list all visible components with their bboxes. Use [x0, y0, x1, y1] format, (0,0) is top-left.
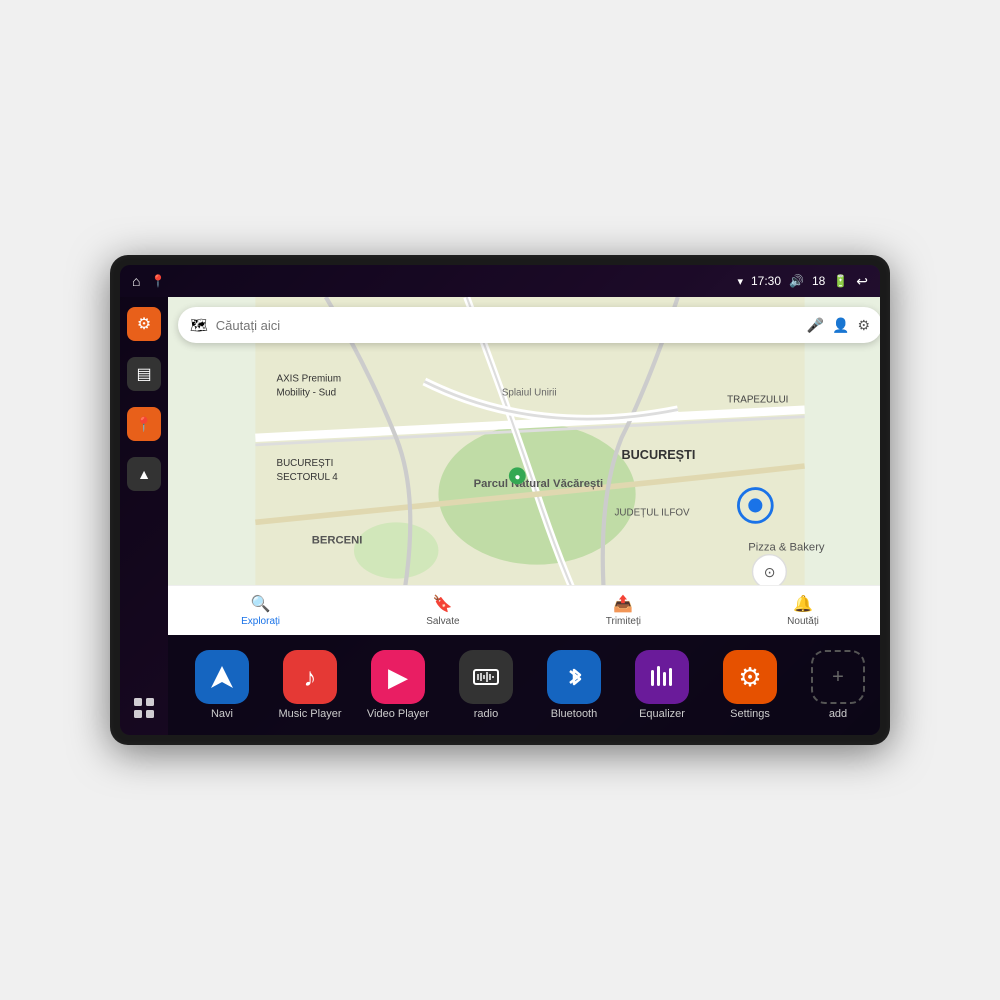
- home-icon[interactable]: ⌂: [132, 273, 140, 289]
- svg-text:TRAPEZULUI: TRAPEZULUI: [727, 395, 788, 406]
- music-player-icon: ♪: [283, 650, 337, 704]
- app-music-player[interactable]: ♪ Music Player: [266, 650, 354, 720]
- equalizer-label: Equalizer: [639, 708, 685, 720]
- map-tab-saved[interactable]: 🔖 Salvate: [426, 594, 459, 627]
- svg-text:BUCUREȘTI: BUCUREȘTI: [277, 458, 334, 469]
- screen: ⌂ 📍 ▾ 17:30 🔊 18 🔋 ↩ ⚙ ▤: [120, 265, 880, 735]
- video-player-icon: ▶: [371, 650, 425, 704]
- svg-text:BERCENI: BERCENI: [312, 534, 363, 546]
- video-player-label: Video Player: [367, 708, 429, 720]
- svg-text:Parcul Natural Văcărești: Parcul Natural Văcărești: [474, 478, 603, 490]
- navi-label: Navi: [211, 708, 233, 720]
- status-time: 17:30: [751, 274, 781, 288]
- bluetooth-label: Bluetooth: [551, 708, 597, 720]
- map-search-input[interactable]: [216, 318, 799, 333]
- svg-text:BUCUREȘTI: BUCUREȘTI: [622, 448, 696, 462]
- map-tab-explore[interactable]: 🔍 Explorați: [241, 594, 280, 627]
- sidebar: ⚙ ▤ 📍 ▲: [120, 297, 168, 735]
- nav-icon: ▲: [137, 466, 151, 482]
- saved-label: Salvate: [426, 616, 459, 627]
- app-settings[interactable]: ⚙ Settings: [706, 650, 794, 720]
- bluetooth-icon: [547, 650, 601, 704]
- app-equalizer[interactable]: Equalizer: [618, 650, 706, 720]
- equalizer-icon: [635, 650, 689, 704]
- news-icon: 🔔: [793, 594, 813, 614]
- map-tab-news[interactable]: 🔔 Noutăți: [787, 594, 819, 627]
- sidebar-item-navigation[interactable]: ▲: [127, 457, 161, 491]
- map-container[interactable]: Parcul Natural Văcărești BUCUREȘTI JUDEȚ…: [168, 297, 880, 635]
- music-player-label: Music Player: [279, 708, 342, 720]
- send-icon: 📤: [613, 594, 633, 614]
- sidebar-bottom: [127, 691, 161, 725]
- add-icon: +: [811, 650, 865, 704]
- main-content: ⚙ ▤ 📍 ▲: [120, 297, 880, 735]
- signal-icon: ▾: [737, 275, 743, 288]
- radio-label: radio: [474, 708, 498, 720]
- app-add[interactable]: + add: [794, 650, 880, 720]
- device: ⌂ 📍 ▾ 17:30 🔊 18 🔋 ↩ ⚙ ▤: [110, 255, 890, 745]
- svg-text:SECTORUL 4: SECTORUL 4: [277, 472, 339, 483]
- svg-text:⊙: ⊙: [764, 564, 776, 580]
- user-icon[interactable]: 👤: [832, 317, 849, 334]
- sidebar-item-files[interactable]: ▤: [127, 357, 161, 391]
- sidebar-item-settings[interactable]: ⚙: [127, 307, 161, 341]
- gear-icon: ⚙: [137, 314, 151, 334]
- google-maps-icon: 🗺: [190, 317, 208, 334]
- volume-icon[interactable]: 🔊: [789, 274, 804, 288]
- svg-text:JUDEȚUL ILFOV: JUDEȚUL ILFOV: [615, 507, 691, 518]
- saved-icon: 🔖: [433, 594, 453, 614]
- location-icon: 📍: [135, 416, 152, 433]
- files-icon: ▤: [136, 364, 151, 384]
- add-label: add: [829, 708, 847, 720]
- svg-text:Mobility - Sud: Mobility - Sud: [277, 388, 337, 399]
- battery-level: 18: [812, 274, 825, 288]
- sidebar-item-maps[interactable]: 📍: [127, 407, 161, 441]
- send-label: Trimiteți: [606, 616, 641, 627]
- app-video-player[interactable]: ▶ Video Player: [354, 650, 442, 720]
- settings-label: Settings: [730, 708, 770, 720]
- app-bluetooth[interactable]: Bluetooth: [530, 650, 618, 720]
- explore-label: Explorați: [241, 616, 280, 627]
- svg-text:●: ●: [515, 472, 521, 483]
- svg-text:AXIS Premium: AXIS Premium: [277, 374, 342, 385]
- maps-status-icon[interactable]: 📍: [150, 274, 165, 288]
- navi-icon: [195, 650, 249, 704]
- battery-icon: 🔋: [833, 274, 848, 288]
- app-navi[interactable]: Navi: [178, 650, 266, 720]
- settings-icon: ⚙: [723, 650, 777, 704]
- map-search-bar[interactable]: 🗺 🎤 👤 ⚙: [178, 307, 880, 343]
- map-tab-send[interactable]: 📤 Trimiteți: [606, 594, 641, 627]
- bottom-app-bar: Navi ♪ Music Player ▶ Video Player: [168, 635, 880, 735]
- status-bar: ⌂ 📍 ▾ 17:30 🔊 18 🔋 ↩: [120, 265, 880, 297]
- center-area: Parcul Natural Văcărești BUCUREȘTI JUDEȚ…: [168, 297, 880, 735]
- status-left: ⌂ 📍: [132, 273, 165, 289]
- map-bottom-tabs: 🔍 Explorați 🔖 Salvate 📤 Trimiteți �: [168, 585, 880, 635]
- svg-text:Pizza & Bakery: Pizza & Bakery: [748, 542, 825, 554]
- settings-icon-map[interactable]: ⚙: [857, 317, 870, 334]
- mic-icon[interactable]: 🎤: [807, 317, 824, 334]
- back-icon[interactable]: ↩: [856, 273, 868, 290]
- news-label: Noutăți: [787, 616, 819, 627]
- app-radio[interactable]: radio: [442, 650, 530, 720]
- svg-text:Splaiul Unirii: Splaiul Unirii: [502, 388, 557, 399]
- sidebar-grid-button[interactable]: [127, 691, 161, 725]
- explore-icon: 🔍: [251, 594, 271, 614]
- status-right: ▾ 17:30 🔊 18 🔋 ↩: [737, 273, 868, 290]
- grid-icon: [133, 697, 155, 719]
- radio-icon: [459, 650, 513, 704]
